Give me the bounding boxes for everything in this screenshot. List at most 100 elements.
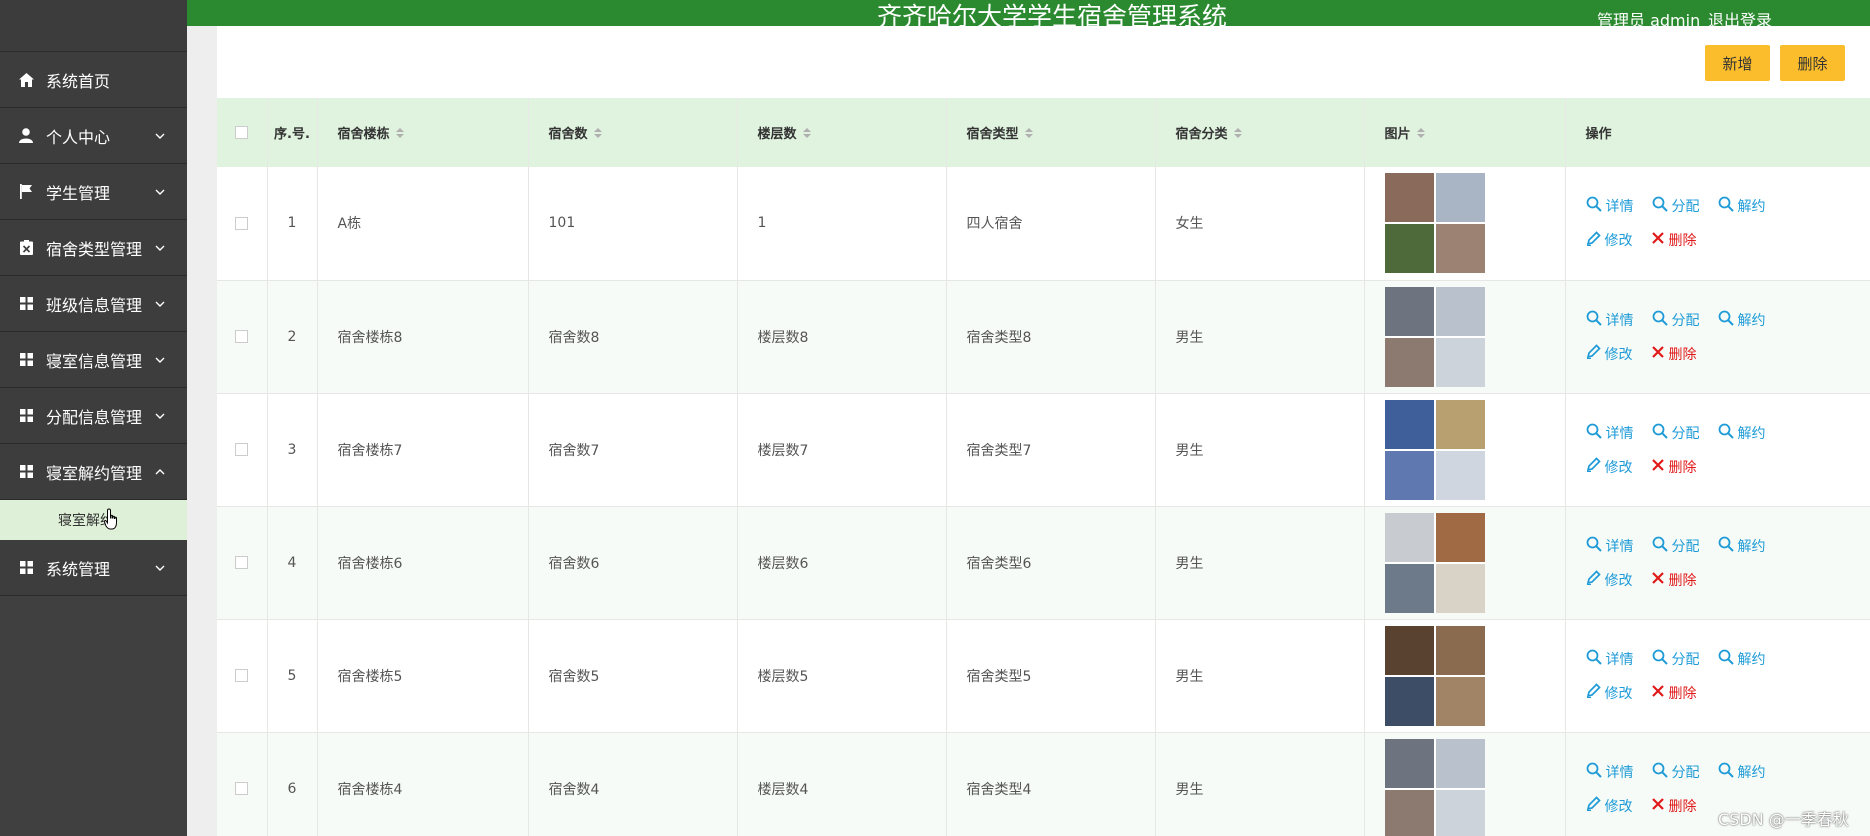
add-button[interactable]: 新增 <box>1705 45 1770 81</box>
row-index: 6 <box>267 732 318 836</box>
assign-link[interactable]: 分配 <box>1652 423 1700 443</box>
grid-icon <box>18 464 34 480</box>
terminate-link[interactable]: 解约 <box>1718 762 1766 782</box>
edit-link[interactable]: 修改 <box>1586 344 1633 364</box>
sidebar-item-label: 分配信息管理 <box>46 407 143 427</box>
sidebar-item-home[interactable]: 系统首页 <box>0 52 187 108</box>
delete-link[interactable]: 删除 <box>1651 796 1697 816</box>
delete-link[interactable]: 删除 <box>1651 344 1697 364</box>
edit-link[interactable]: 修改 <box>1586 457 1633 477</box>
col-type[interactable]: 宿舍类型 <box>946 98 1156 167</box>
sidebar-item-dorm-type[interactable]: 宿舍类型管理 <box>0 220 187 276</box>
sidebar-item-class-info[interactable]: 班级信息管理 <box>0 276 187 332</box>
cell-category: 男生 <box>1155 619 1365 733</box>
sidebar-item-students[interactable]: 学生管理 <box>0 164 187 220</box>
dorm-photo[interactable] <box>1384 625 1485 726</box>
search-icon <box>1718 762 1738 782</box>
assign-link[interactable]: 分配 <box>1652 762 1700 782</box>
op-label: 分配 <box>1671 764 1700 781</box>
sidebar-item-label: 寝室解约管理 <box>46 463 143 483</box>
sidebar-item-label: 系统首页 <box>46 71 111 91</box>
terminate-link[interactable]: 解约 <box>1718 310 1766 330</box>
col-rooms[interactable]: 宿舍数 <box>528 98 738 167</box>
delete-link[interactable]: 删除 <box>1651 230 1697 250</box>
main-content: 新增 删除 序.号. 宿舍楼栋 宿舍数 楼层数 宿舍类型 宿舍分类 图片 操作 … <box>217 26 1870 836</box>
assign-link[interactable]: 分配 <box>1652 649 1700 669</box>
chevron-down-icon <box>153 561 167 575</box>
cell-floors: 1 <box>737 167 947 281</box>
sidebar-item-profile[interactable]: 个人中心 <box>0 108 187 164</box>
op-label: 详情 <box>1605 312 1634 329</box>
delete-link[interactable]: 删除 <box>1651 683 1697 703</box>
cell-photo <box>1364 280 1566 394</box>
row-checkbox[interactable] <box>235 443 249 456</box>
col-building[interactable]: 宿舍楼栋 <box>317 98 529 167</box>
close-icon <box>1651 797 1669 815</box>
edit-icon <box>1586 231 1605 250</box>
table-row: 2 宿舍楼栋8 宿舍数8 楼层数8 宿舍类型8 男生 详情 分配 解约 修改 删除 <box>217 280 1870 394</box>
col-category[interactable]: 宿舍分类 <box>1155 98 1365 167</box>
row-checkbox[interactable] <box>235 782 249 795</box>
assign-link[interactable]: 分配 <box>1652 536 1700 556</box>
search-icon <box>1718 536 1738 556</box>
terminate-link[interactable]: 解约 <box>1718 423 1766 443</box>
delete-link[interactable]: 删除 <box>1651 457 1697 477</box>
sidebar-item-system[interactable]: 系统管理 <box>0 540 187 596</box>
assign-link[interactable]: 分配 <box>1652 196 1700 216</box>
op-label: 详情 <box>1605 538 1634 555</box>
delete-button[interactable]: 删除 <box>1780 45 1845 81</box>
cell-floors: 楼层数6 <box>737 506 947 620</box>
cell-floors: 楼层数5 <box>737 619 947 733</box>
cell-actions: 详情 分配 解约修改 删除 <box>1565 506 1870 620</box>
sidebar-item-room-info[interactable]: 寝室信息管理 <box>0 332 187 388</box>
row-checkbox[interactable] <box>235 669 249 682</box>
op-label: 解约 <box>1737 764 1766 781</box>
dorm-photo[interactable] <box>1384 399 1485 500</box>
row-checkbox[interactable] <box>235 330 249 343</box>
sidebar-item-assign-info[interactable]: 分配信息管理 <box>0 388 187 444</box>
detail-link[interactable]: 详情 <box>1586 310 1634 330</box>
detail-link[interactable]: 详情 <box>1586 536 1634 556</box>
grid-icon <box>18 352 34 368</box>
op-label: 删除 <box>1668 685 1697 702</box>
op-label: 详情 <box>1605 764 1634 781</box>
edit-link[interactable]: 修改 <box>1586 683 1633 703</box>
edit-link[interactable]: 修改 <box>1586 796 1633 816</box>
select-all-checkbox[interactable] <box>235 126 249 139</box>
col-floors[interactable]: 楼层数 <box>737 98 947 167</box>
row-index: 2 <box>267 280 318 394</box>
home-icon <box>18 72 34 88</box>
detail-link[interactable]: 详情 <box>1586 649 1634 669</box>
delete-link[interactable]: 删除 <box>1651 570 1697 590</box>
op-label: 解约 <box>1737 651 1766 668</box>
terminate-link[interactable]: 解约 <box>1718 196 1766 216</box>
op-label: 分配 <box>1671 199 1700 216</box>
search-icon <box>1586 762 1606 782</box>
detail-link[interactable]: 详情 <box>1586 762 1634 782</box>
table-row: 1 A栋 101 1 四人宿舍 女生 详情 分配 解约 修改 删除 <box>217 167 1870 281</box>
chevron-down-icon <box>153 297 167 311</box>
row-checkbox[interactable] <box>235 556 249 569</box>
search-icon <box>1718 649 1738 669</box>
dorm-photo[interactable] <box>1384 173 1485 274</box>
terminate-link[interactable]: 解约 <box>1718 649 1766 669</box>
sidebar-item-room-termination[interactable]: 寝室解约管理 <box>0 444 187 500</box>
logout-link[interactable]: 退出登录 <box>1708 7 1772 26</box>
edit-link[interactable]: 修改 <box>1586 230 1633 250</box>
sidebar-subitem-termination[interactable]: 寝室解约 <box>0 500 187 540</box>
op-label: 详情 <box>1605 651 1634 668</box>
row-index: 1 <box>267 167 318 281</box>
dorm-photo[interactable] <box>1384 512 1485 613</box>
edit-link[interactable]: 修改 <box>1586 570 1633 590</box>
cell-building: 宿舍楼栋6 <box>317 506 529 620</box>
assign-link[interactable]: 分配 <box>1652 310 1700 330</box>
cell-building: 宿舍楼栋5 <box>317 619 529 733</box>
dorm-photo[interactable] <box>1384 286 1485 387</box>
detail-link[interactable]: 详情 <box>1586 196 1634 216</box>
detail-link[interactable]: 详情 <box>1586 423 1634 443</box>
col-photo[interactable]: 图片 <box>1364 98 1566 167</box>
sidebar-item-label: 个人中心 <box>46 127 111 147</box>
terminate-link[interactable]: 解约 <box>1718 536 1766 556</box>
row-checkbox[interactable] <box>235 216 249 230</box>
dorm-photo[interactable] <box>1384 738 1485 836</box>
